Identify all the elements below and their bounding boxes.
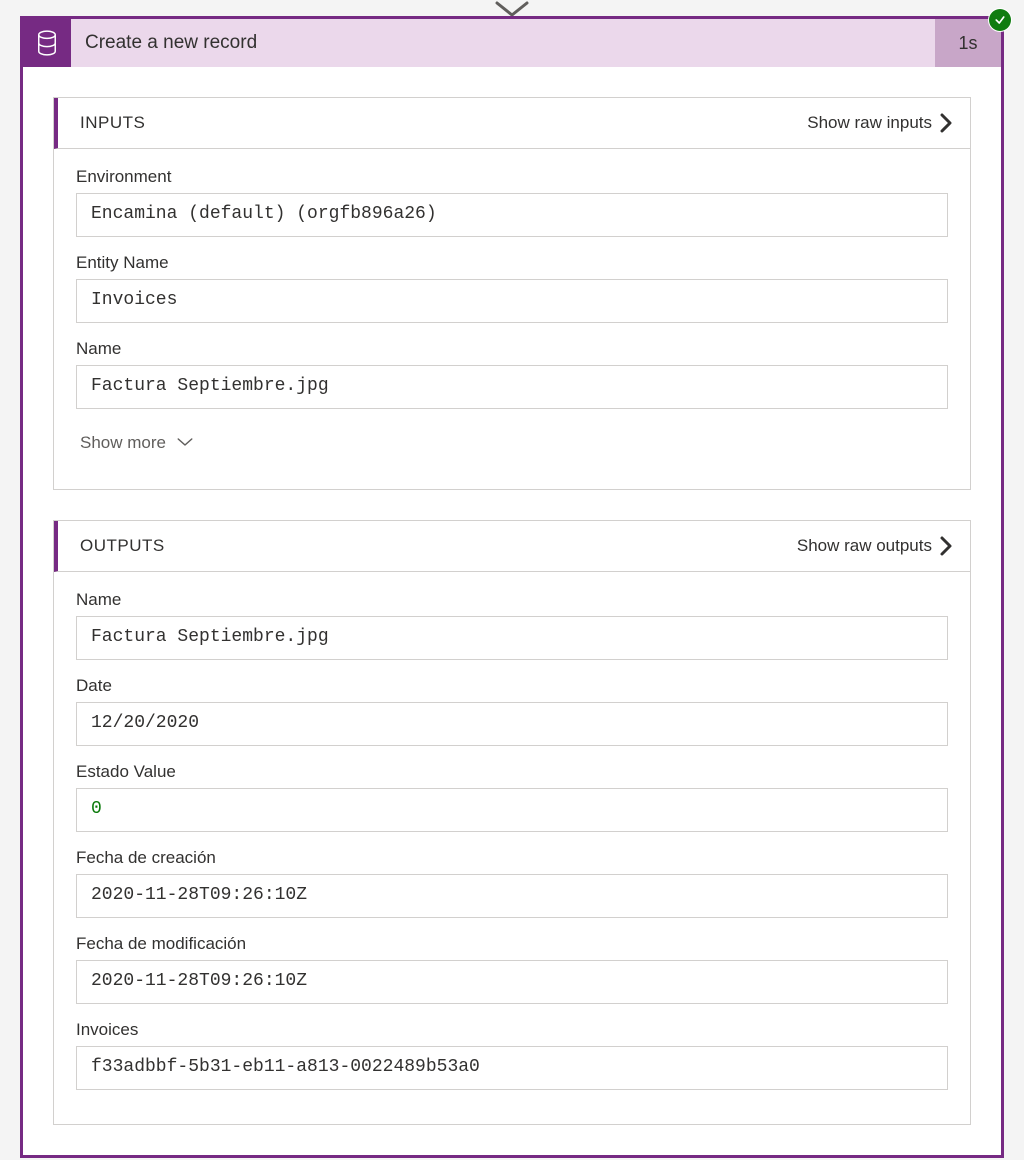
field-value: 12/20/2020 bbox=[76, 702, 948, 746]
field-label: Fecha de modificación bbox=[76, 934, 948, 954]
show-raw-outputs-link[interactable]: Show raw outputs bbox=[797, 536, 932, 556]
field-label: Fecha de creación bbox=[76, 848, 948, 868]
database-icon bbox=[23, 19, 71, 67]
field-label: Name bbox=[76, 339, 948, 359]
field-row: Fecha de modificación 2020-11-28T09:26:10… bbox=[76, 934, 948, 1004]
field-label: Date bbox=[76, 676, 948, 696]
outputs-panel: OUTPUTS Show raw outputs Name Factura Sep… bbox=[53, 520, 971, 1125]
field-row: Environment Encamina (default) (orgfb896a… bbox=[76, 167, 948, 237]
inputs-panel: INPUTS Show raw inputs Environment Encami… bbox=[53, 97, 971, 490]
success-badge bbox=[989, 9, 1011, 31]
field-value: 0 bbox=[76, 788, 948, 832]
field-value: Invoices bbox=[76, 279, 948, 323]
outputs-panel-header: OUTPUTS Show raw outputs bbox=[54, 521, 970, 572]
card-title: Create a new record bbox=[71, 19, 935, 67]
show-more-label: Show more bbox=[80, 433, 166, 453]
field-value: 2020-11-28T09:26:10Z bbox=[76, 960, 948, 1004]
field-row: Entity Name Invoices bbox=[76, 253, 948, 323]
card-header[interactable]: Create a new record 1s bbox=[23, 19, 1001, 67]
field-label: Environment bbox=[76, 167, 948, 187]
action-card: Create a new record 1s INPUTS Show raw i… bbox=[20, 16, 1004, 1158]
field-value: 2020-11-28T09:26:10Z bbox=[76, 874, 948, 918]
field-label: Name bbox=[76, 590, 948, 610]
chevron-down-icon bbox=[176, 433, 194, 453]
field-row: Estado Value 0 bbox=[76, 762, 948, 832]
field-label: Estado Value bbox=[76, 762, 948, 782]
field-label: Entity Name bbox=[76, 253, 948, 273]
field-row: Date 12/20/2020 bbox=[76, 676, 948, 746]
chevron-right-icon[interactable] bbox=[938, 112, 954, 134]
field-value: Factura Septiembre.jpg bbox=[76, 365, 948, 409]
chevron-right-icon[interactable] bbox=[938, 535, 954, 557]
field-row: Name Factura Septiembre.jpg bbox=[76, 590, 948, 660]
field-value: Factura Septiembre.jpg bbox=[76, 616, 948, 660]
field-value: Encamina (default) (orgfb896a26) bbox=[76, 193, 948, 237]
outputs-panel-title: OUTPUTS bbox=[80, 536, 797, 556]
field-row: Invoices f33adbbf-5b31-eb11-a813-0022489b… bbox=[76, 1020, 948, 1090]
field-value: f33adbbf-5b31-eb11-a813-0022489b53a0 bbox=[76, 1046, 948, 1090]
field-label: Invoices bbox=[76, 1020, 948, 1040]
field-row: Name Factura Septiembre.jpg bbox=[76, 339, 948, 409]
inputs-panel-header: INPUTS Show raw inputs bbox=[54, 98, 970, 149]
show-more-button[interactable]: Show more bbox=[76, 433, 948, 453]
inputs-panel-title: INPUTS bbox=[80, 113, 807, 133]
show-raw-inputs-link[interactable]: Show raw inputs bbox=[807, 113, 932, 133]
field-row: Fecha de creación 2020-11-28T09:26:10Z bbox=[76, 848, 948, 918]
